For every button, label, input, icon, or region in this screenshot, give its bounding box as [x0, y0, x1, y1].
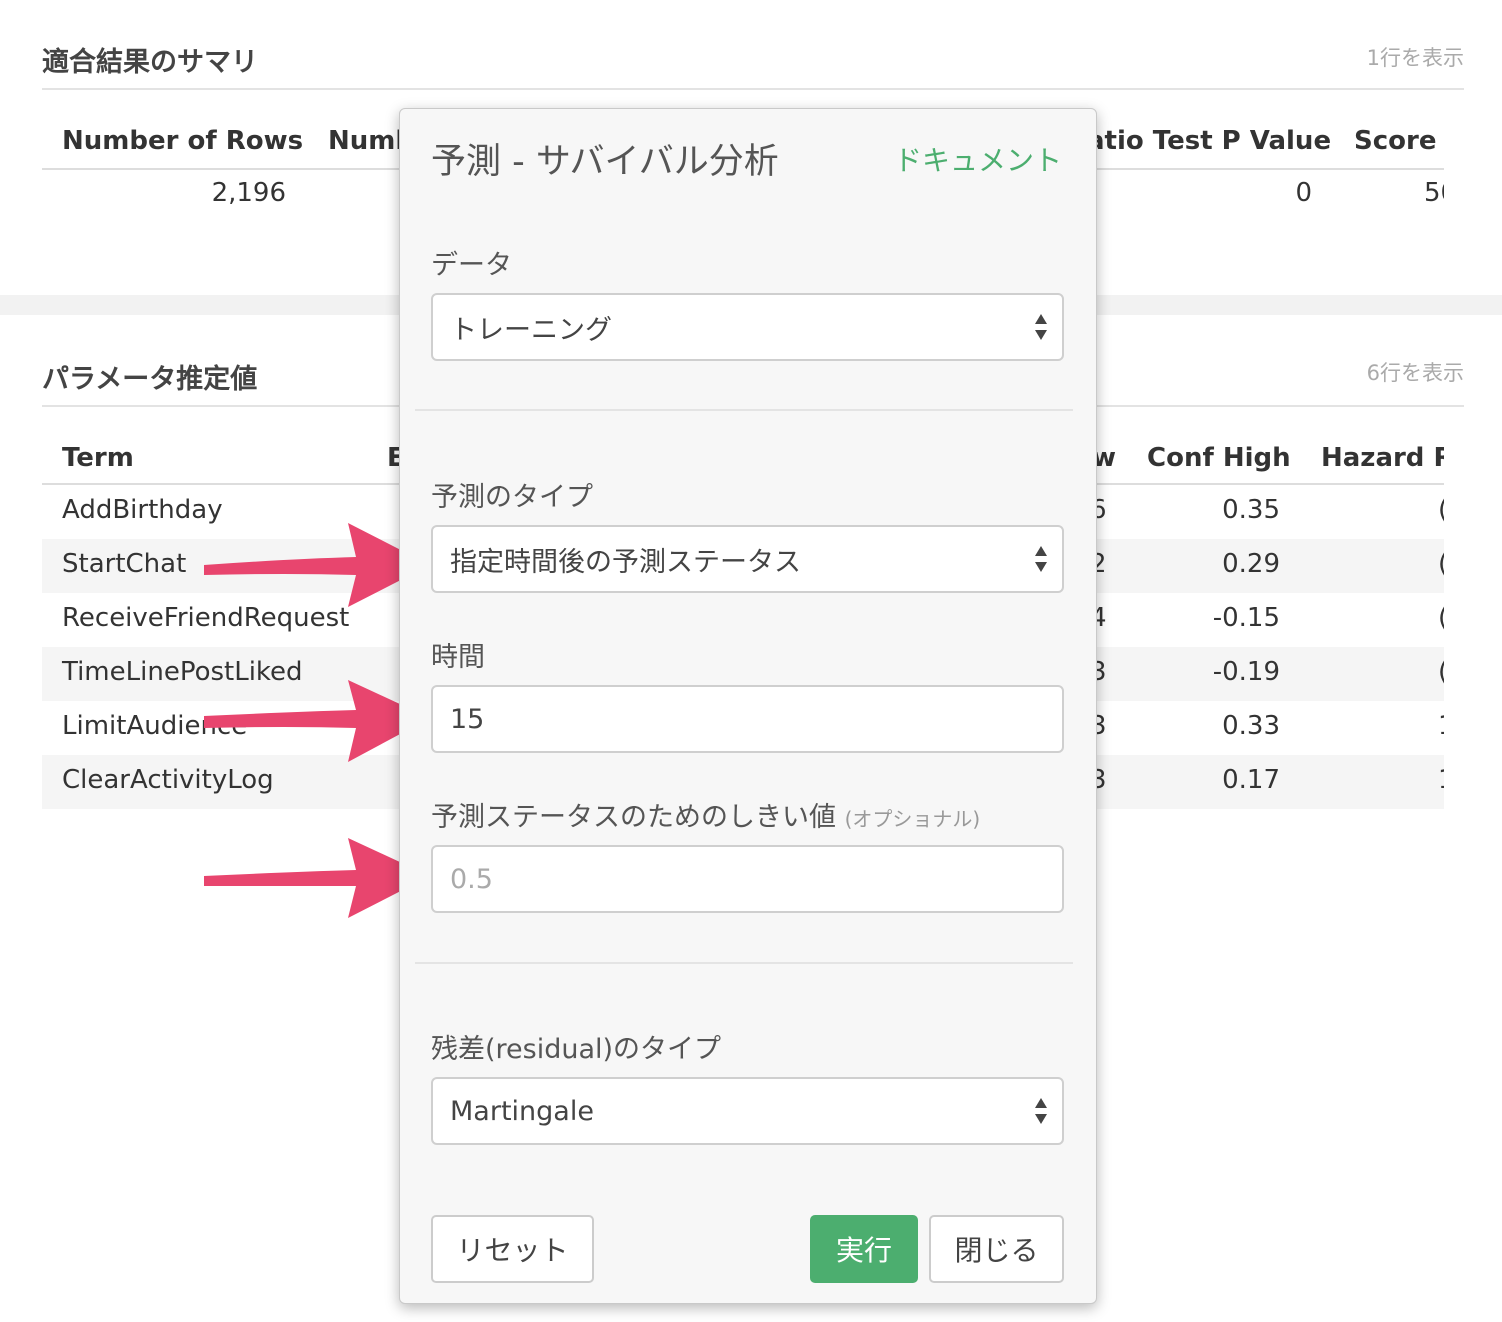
- cell-hazard-ratio: (: [1438, 603, 1444, 633]
- select-arrows-icon: [1035, 1098, 1047, 1124]
- close-button[interactable]: 閉じる: [929, 1215, 1064, 1283]
- time-label: 時間: [431, 642, 485, 673]
- cell-hazard-ratio: 1: [1438, 765, 1444, 795]
- summary-header: 適合結果のサマリ 1行を表示: [42, 40, 1464, 90]
- cell-conf-high: 0.29: [1222, 549, 1280, 579]
- divider: [415, 409, 1073, 411]
- threshold-input[interactable]: 0.5: [431, 845, 1064, 913]
- prediction-type-label: 予測のタイプ: [431, 482, 593, 513]
- divider: [415, 962, 1073, 964]
- data-select[interactable]: トレーニング: [431, 293, 1064, 361]
- params-row-count: 6行を表示: [1366, 361, 1464, 385]
- prediction-type-value: 指定時間後の予測ステータス: [450, 546, 801, 578]
- cell-hazard-ratio: 1: [1438, 711, 1444, 741]
- threshold-label: 予測ステータスのためのしきい値 (オプショナル): [431, 795, 980, 834]
- cell-term: StartChat: [62, 549, 187, 579]
- cell-conf-high: 0.33: [1222, 711, 1280, 741]
- col-header-conf-high[interactable]: Conf High: [1147, 443, 1291, 473]
- cell-conf-high: -0.19: [1212, 657, 1280, 687]
- run-button[interactable]: 実行: [810, 1215, 918, 1283]
- cell-ratio-test-p-value: 0: [1295, 178, 1312, 208]
- cell-conf-high: -0.15: [1212, 603, 1280, 633]
- cell-score-test: 50: [1424, 178, 1444, 208]
- cell-hazard-ratio: (: [1438, 549, 1444, 579]
- cell-hazard-ratio: (: [1438, 495, 1444, 525]
- threshold-label-text: 予測ステータスのためのしきい値: [431, 802, 836, 833]
- time-input[interactable]: 15: [431, 685, 1064, 753]
- threshold-optional-hint: (オプショナル): [844, 807, 981, 831]
- col-header-ratio-test-p-value[interactable]: atio Test P Value: [1087, 126, 1331, 156]
- select-arrows-icon: [1035, 546, 1047, 572]
- data-select-value: トレーニング: [450, 314, 612, 346]
- prediction-type-select[interactable]: 指定時間後の予測ステータス: [431, 525, 1064, 593]
- cell-conf-high: 0.17: [1222, 765, 1280, 795]
- reset-button[interactable]: リセット: [431, 1215, 594, 1283]
- residual-type-value: Martingale: [450, 1095, 594, 1127]
- residual-type-select[interactable]: Martingale: [431, 1077, 1064, 1145]
- summary-row-count: 1行を表示: [1366, 46, 1464, 70]
- col-header-score-test[interactable]: Score T: [1354, 126, 1444, 156]
- summary-title: 適合結果のサマリ: [42, 47, 258, 78]
- documentation-link[interactable]: ドキュメント: [894, 139, 1062, 179]
- data-label: データ: [431, 250, 512, 281]
- params-title: パラメータ推定値: [42, 364, 258, 395]
- cell-hazard-ratio: (: [1438, 657, 1444, 687]
- col-header-term[interactable]: Term: [62, 443, 134, 473]
- select-arrows-icon: [1035, 314, 1047, 340]
- residual-type-label: 残差(residual)のタイプ: [431, 1034, 722, 1065]
- col-header-number-of-rows[interactable]: Number of Rows: [62, 126, 303, 156]
- cell-number-of-rows: 2,196: [211, 178, 286, 208]
- dialog-title: 予測 - サバイバル分析: [431, 142, 779, 182]
- col-header-hazard-ratio[interactable]: Hazard R: [1321, 443, 1444, 473]
- prediction-dialog: 予測 - サバイバル分析 ドキュメント データ トレーニング 予測のタイプ 指定…: [399, 108, 1097, 1304]
- cell-conf-high: 0.35: [1222, 495, 1280, 525]
